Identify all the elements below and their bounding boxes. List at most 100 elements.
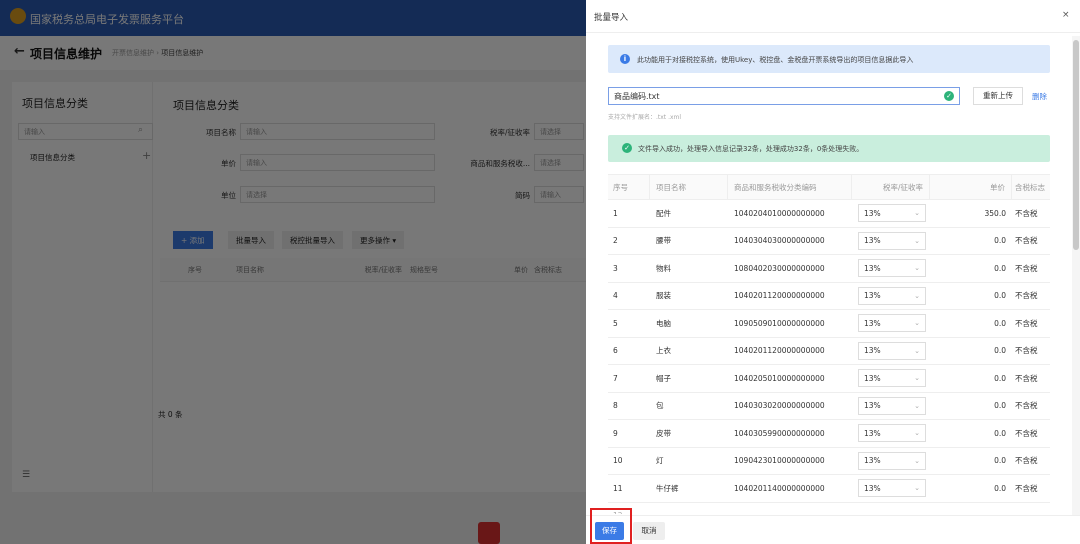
sidebar-title: 项目信息分类 bbox=[22, 97, 88, 110]
rate-select[interactable]: 13% ⌄ bbox=[858, 314, 926, 333]
row-name: 腰带 bbox=[656, 236, 671, 246]
row-price: 0.0 bbox=[994, 346, 1006, 356]
file-name-field[interactable]: 商品编码.txt bbox=[608, 87, 960, 105]
row-code: 1040305990000000000 bbox=[734, 428, 825, 438]
rate-select[interactable]: 13% ⌄ bbox=[858, 231, 926, 250]
row-tax-flag: 不含税 bbox=[1015, 263, 1038, 273]
chevron-down-icon: ⌄ bbox=[914, 264, 920, 273]
row-name: 物料 bbox=[656, 263, 671, 273]
filter-unit-select[interactable]: 请选择 bbox=[240, 186, 435, 203]
row-index: 8 bbox=[613, 401, 618, 411]
filter-rate-select[interactable]: 请选择 bbox=[534, 123, 584, 140]
rate-value: 13% bbox=[864, 373, 881, 383]
close-icon[interactable]: × bbox=[1062, 10, 1070, 20]
row-tax-flag: 不含税 bbox=[1015, 208, 1038, 218]
row-tax-flag: 不含税 bbox=[1015, 456, 1038, 466]
breadcrumb: 开票信息维护 › 项目信息维护 bbox=[112, 49, 204, 57]
row-code: 1090509010000000000 bbox=[734, 318, 825, 328]
row-code: 1040201140000000000 bbox=[734, 483, 825, 493]
column-header: 规格型号 bbox=[410, 265, 438, 274]
row-price: 0.0 bbox=[994, 401, 1006, 411]
drawer-title: 批量导入 bbox=[594, 13, 629, 23]
tree-item[interactable]: 项目信息分类 bbox=[30, 152, 75, 163]
breadcrumb-item[interactable]: 开票信息维护 bbox=[112, 49, 154, 57]
row-price: 0.0 bbox=[994, 483, 1006, 493]
column-header: 项目名称 bbox=[650, 175, 728, 199]
main-table-header: 序号 项目名称 税率/征收率 规格型号 单价 含税标志 bbox=[160, 258, 586, 282]
row-index: 6 bbox=[613, 346, 618, 356]
column-header: 税率/征收率 bbox=[364, 265, 402, 274]
filter-name-input[interactable]: 请输入 bbox=[240, 123, 435, 140]
plus-icon[interactable]: + bbox=[142, 149, 151, 162]
sidebar bbox=[12, 82, 153, 492]
row-tax-flag: 不含税 bbox=[1015, 236, 1038, 246]
row-tax-flag: 不含税 bbox=[1015, 373, 1038, 383]
filter-label: 商品和服务税收... bbox=[470, 159, 530, 168]
row-index: 10 bbox=[613, 456, 623, 466]
filter-code-select[interactable]: 请选择 bbox=[534, 154, 584, 171]
chevron-down-icon: ⌄ bbox=[914, 319, 920, 328]
chevron-down-icon: ⌄ bbox=[914, 456, 920, 465]
table-row: 10 灯 1090423010000000000 13% ⌄ 0.0 不含税 bbox=[608, 448, 1050, 475]
row-index: 4 bbox=[613, 291, 618, 301]
rate-select[interactable]: 13% ⌄ bbox=[858, 396, 926, 415]
rate-value: 13% bbox=[864, 208, 881, 218]
filter-label: 单位 bbox=[221, 191, 236, 200]
drawer-header bbox=[586, 0, 1080, 33]
filter-price-input[interactable]: 请输入 bbox=[240, 154, 435, 171]
scrollbar-thumb[interactable] bbox=[1073, 40, 1079, 250]
highlight-box bbox=[590, 508, 632, 544]
add-button[interactable]: + 添加 bbox=[173, 231, 213, 249]
rate-select[interactable]: 13% ⌄ bbox=[858, 204, 926, 223]
delete-link[interactable]: 删除 bbox=[1032, 91, 1047, 102]
rate-value: 13% bbox=[864, 483, 881, 493]
rate-select[interactable]: 13% ⌄ bbox=[858, 369, 926, 388]
rate-select[interactable]: 13% ⌄ bbox=[858, 451, 926, 470]
table-row: 6 上衣 1040201120000000000 13% ⌄ 0.0 不含税 bbox=[608, 338, 1050, 365]
row-index: 1 bbox=[613, 208, 618, 218]
info-icon: i bbox=[620, 54, 630, 64]
total-count: 共 0 条 bbox=[158, 410, 183, 419]
chevron-down-icon: ⌄ bbox=[914, 291, 920, 300]
row-code: 1090423010000000000 bbox=[734, 456, 825, 466]
rate-select[interactable]: 13% ⌄ bbox=[858, 259, 926, 278]
row-price: 0.0 bbox=[994, 318, 1006, 328]
row-tax-flag: 不含税 bbox=[1015, 483, 1038, 493]
taxctrl-import-button[interactable]: 税控批量导入 bbox=[282, 231, 343, 249]
search-icon[interactable]: ⌕ bbox=[138, 125, 143, 135]
more-actions-button[interactable]: 更多操作 ▾ bbox=[352, 231, 405, 249]
table-row-partial: 12…… bbox=[608, 503, 1050, 514]
batch-import-button[interactable]: 批量导入 bbox=[228, 231, 274, 249]
filter-shortcode-input[interactable]: 请输入 bbox=[534, 186, 584, 203]
rate-select[interactable]: 13% ⌄ bbox=[858, 424, 926, 443]
sidebar-search-input[interactable]: 请输入 bbox=[18, 123, 153, 140]
batch-import-drawer: 批量导入 × i 此功能用于对接税控系统，使用Ukey、税控盘、金税盘开票系统导… bbox=[586, 0, 1080, 544]
rate-value: 13% bbox=[864, 428, 881, 438]
column-header: 商品和服务税收分类编码 bbox=[728, 175, 852, 199]
arrow-left-icon[interactable]: ← bbox=[14, 44, 25, 59]
table-row: 8 包 1040303020000000000 13% ⌄ 0.0 不含税 bbox=[608, 393, 1050, 420]
row-tax-flag: 不含税 bbox=[1015, 428, 1038, 438]
row-tax-flag: 不含税 bbox=[1015, 291, 1038, 301]
cancel-button[interactable]: 取消 bbox=[633, 522, 665, 540]
row-name: 牛仔裤 bbox=[656, 483, 679, 493]
chevron-down-icon: ⌄ bbox=[914, 401, 920, 410]
reupload-button[interactable]: 重新上传 bbox=[973, 87, 1023, 105]
footer-emblem-icon bbox=[478, 522, 500, 544]
rate-select[interactable]: 13% ⌄ bbox=[858, 286, 926, 305]
info-alert: i 此功能用于对接税控系统，使用Ukey、税控盘、金税盘开票系统导出的项目信息据… bbox=[608, 45, 1050, 73]
row-code: 1040303020000000000 bbox=[734, 401, 825, 411]
column-header: 单价 bbox=[930, 175, 1012, 199]
row-tax-flag: 不含税 bbox=[1015, 346, 1038, 356]
row-index: 3 bbox=[613, 263, 618, 273]
rate-value: 13% bbox=[864, 401, 881, 411]
menu-icon[interactable]: ☰ bbox=[22, 470, 30, 480]
row-code: 1040201120000000000 bbox=[734, 346, 825, 356]
column-header: 税率/征收率 bbox=[852, 175, 930, 199]
rate-select[interactable]: 13% ⌄ bbox=[858, 479, 926, 498]
success-text: 文件导入成功，处理导入信息记录32条，处理成功32条，0条处理失败。 bbox=[638, 145, 864, 153]
rate-select[interactable]: 13% ⌄ bbox=[858, 341, 926, 360]
table-row: 11 牛仔裤 1040201140000000000 13% ⌄ 0.0 不含税 bbox=[608, 475, 1050, 503]
row-name: 上衣 bbox=[656, 346, 671, 356]
chevron-down-icon: ⌄ bbox=[914, 346, 920, 355]
